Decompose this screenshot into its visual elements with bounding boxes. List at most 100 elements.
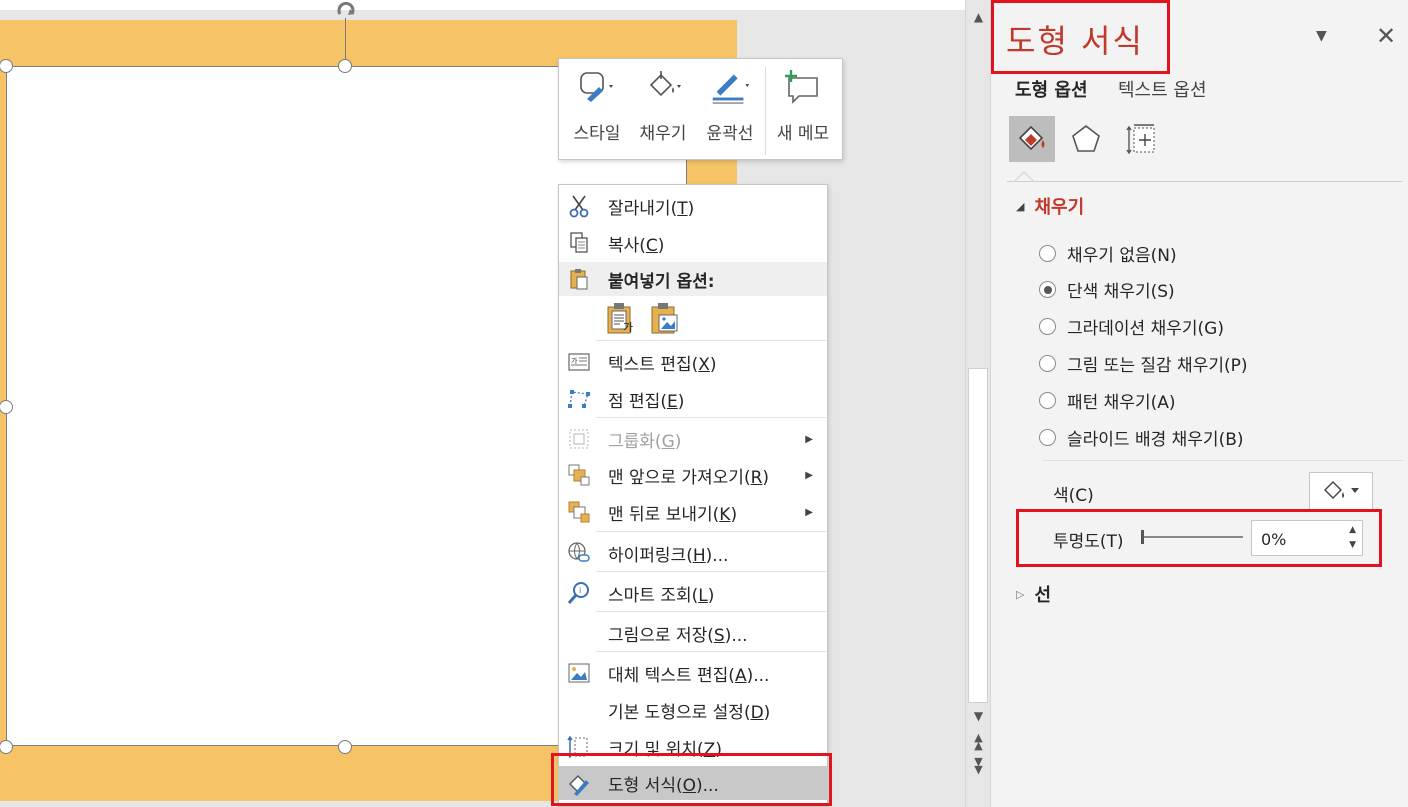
menu-item-edit-text[interactable]: 가 텍스트 편집(X)	[559, 345, 827, 379]
section-line-label: 선	[1034, 585, 1052, 606]
menu-item-bring-to-front[interactable]: 맨 앞으로 가져오기(R) ▶	[559, 458, 827, 492]
context-menu: 잘라내기(T) 복사(C) 붙여넣기 옵션: 가 가 텍스트 편집(X) 점 편…	[558, 184, 828, 807]
outline-label: 윤곽선	[706, 124, 754, 144]
section-fill-header[interactable]: ◢ 채우기	[1016, 193, 1084, 219]
radio-solid-fill[interactable]: 단색 채우기(S)	[1039, 277, 1175, 302]
new-memo-button[interactable]: 새 메모	[769, 65, 837, 155]
scroll-down-icon[interactable]: ▼	[969, 707, 988, 725]
expand-triangle-icon: ▷	[1016, 587, 1025, 601]
color-label: 색(C)	[1053, 486, 1094, 506]
mini-toolbar: 스타일 채우기 윤곽선 새 메모	[558, 58, 843, 160]
collapse-triangle-icon: ◢	[1016, 199, 1025, 213]
paste-picture-icon[interactable]	[649, 301, 681, 335]
style-brush-icon	[574, 65, 620, 109]
pane-close-icon[interactable]: ✕	[1376, 22, 1396, 50]
fill-button[interactable]: 채우기	[633, 65, 693, 155]
menu-item-save-as-picture-label: 그림으로 저장(S)...	[608, 625, 748, 646]
alt-text-icon	[566, 660, 592, 686]
radio-circle-selected[interactable]	[1039, 281, 1056, 298]
radio-slide-background-fill[interactable]: 슬라이드 배경 채우기(B)	[1039, 425, 1244, 450]
effects-pentagon-icon[interactable]	[1063, 116, 1109, 162]
radio-pattern-fill[interactable]: 패턴 채우기(A)	[1039, 388, 1176, 413]
menu-item-edit-text-label: 텍스트 편집(X)	[608, 354, 717, 375]
menu-item-edit-alt-text-label: 대체 텍스트 편집(A)...	[608, 665, 770, 686]
menu-item-cut[interactable]: 잘라내기(T)	[559, 189, 827, 223]
highlight-box-transparency	[1016, 509, 1382, 567]
radio-circle[interactable]	[1039, 245, 1056, 262]
send-to-back-icon	[566, 499, 592, 525]
menu-item-cut-label: 잘라내기(T)	[608, 198, 695, 219]
menu-separator	[596, 651, 826, 652]
pane-options-dropdown-icon[interactable]: ▼	[1316, 28, 1327, 44]
menu-item-edit-points-label: 점 편집(E)	[608, 391, 685, 412]
color-picker-button[interactable]	[1309, 472, 1373, 510]
fill-and-line-icon[interactable]	[1009, 116, 1055, 162]
menu-item-hyperlink-label: 하이퍼링크(H)...	[608, 545, 729, 566]
paste-icon	[566, 266, 592, 292]
highlight-box-pane-title	[991, 0, 1170, 74]
radio-gradient-fill[interactable]: 그라데이션 채우기(G)	[1039, 314, 1224, 339]
menu-separator	[596, 571, 826, 572]
menu-item-smart-lookup[interactable]: i 스마트 조회(L)	[559, 576, 827, 610]
resize-handle-top[interactable]	[338, 59, 352, 73]
radio-circle[interactable]	[1039, 429, 1056, 446]
radio-label: 패턴 채우기(A)	[1067, 393, 1176, 413]
scissors-icon	[566, 193, 592, 219]
vertical-scrollbar[interactable]: ▲ ▼ ▲ ▲ ▼ ▼	[965, 0, 990, 807]
pane-divider	[1007, 181, 1403, 182]
size-properties-icon[interactable]	[1119, 116, 1165, 162]
next-slide-icon[interactable]: ▼ ▼	[969, 756, 988, 775]
scroll-up-icon[interactable]: ▲	[969, 8, 988, 26]
tab-shape-options[interactable]: 도형 옵션	[1015, 76, 1088, 102]
outline-pen-icon	[707, 65, 753, 109]
new-comment-icon	[780, 65, 826, 109]
menu-item-bring-to-front-label: 맨 앞으로 가져오기(R)	[608, 467, 770, 488]
menu-separator	[596, 531, 826, 532]
menu-item-hyperlink[interactable]: 하이퍼링크(H)...	[559, 536, 827, 570]
radio-no-fill[interactable]: 채우기 없음(N)	[1039, 241, 1177, 266]
style-button[interactable]: 스타일	[567, 65, 627, 155]
menu-item-group-label: 그룹화(G)	[608, 431, 682, 452]
radio-circle[interactable]	[1039, 355, 1056, 372]
submenu-arrow-icon: ▶	[805, 469, 813, 481]
rotate-handle-icon[interactable]	[334, 0, 358, 20]
group-icon	[566, 426, 592, 452]
radio-picture-texture-fill[interactable]: 그림 또는 질감 채우기(P)	[1039, 351, 1248, 376]
menu-item-send-to-back[interactable]: 맨 뒤로 보내기(K) ▶	[559, 495, 827, 529]
resize-handle-bottom[interactable]	[338, 740, 352, 754]
menu-item-save-as-picture[interactable]: 그림으로 저장(S)...	[559, 616, 827, 650]
paint-bucket-icon	[640, 65, 686, 109]
canvas-top-band	[0, 0, 965, 10]
menu-item-edit-points[interactable]: 점 편집(E)	[559, 382, 827, 416]
radio-circle[interactable]	[1039, 392, 1056, 409]
section-line-header[interactable]: ▷ 선	[1016, 581, 1051, 607]
highlight-box-format-shape	[551, 753, 832, 806]
radio-label: 단색 채우기(S)	[1067, 282, 1175, 302]
new-memo-label: 새 메모	[776, 124, 830, 144]
menu-item-copy[interactable]: 복사(C)	[559, 226, 827, 260]
format-shape-pane: 도형 서식 ▼ ✕ 도형 옵션 텍스트 옵션 ◢ 채우기 채우기 없음(N) 단…	[990, 0, 1408, 807]
radio-circle[interactable]	[1039, 318, 1056, 335]
rotation-stem	[345, 18, 346, 62]
bring-to-front-icon	[566, 462, 592, 488]
previous-slide-icon[interactable]: ▲ ▲	[969, 732, 988, 751]
fill-label: 채우기	[639, 124, 687, 144]
menu-item-set-as-default-shape[interactable]: 기본 도형으로 설정(D)	[559, 693, 827, 727]
edit-points-icon	[566, 386, 592, 412]
hyperlink-icon	[566, 540, 592, 566]
radio-label: 그라데이션 채우기(G)	[1067, 319, 1224, 339]
smart-lookup-icon: i	[566, 580, 592, 606]
paste-options-row: 가	[605, 301, 681, 335]
menu-item-edit-alt-text[interactable]: 대체 텍스트 편집(A)...	[559, 656, 827, 690]
outline-button[interactable]: 윤곽선	[699, 65, 761, 155]
paste-keep-text-only-icon[interactable]: 가	[605, 301, 637, 335]
tab-text-options[interactable]: 텍스트 옵션	[1118, 76, 1207, 102]
scroll-thumb[interactable]	[968, 368, 988, 703]
menu-item-group[interactable]: 그룹화(G) ▶	[559, 422, 827, 456]
radio-label: 슬라이드 배경 채우기(B)	[1067, 430, 1244, 450]
menu-separator	[596, 340, 826, 341]
menu-separator	[596, 611, 826, 612]
pane-row-divider	[1043, 460, 1403, 461]
section-fill-label: 채우기	[1034, 197, 1085, 218]
paste-options-label: 붙여넣기 옵션:	[608, 271, 715, 292]
